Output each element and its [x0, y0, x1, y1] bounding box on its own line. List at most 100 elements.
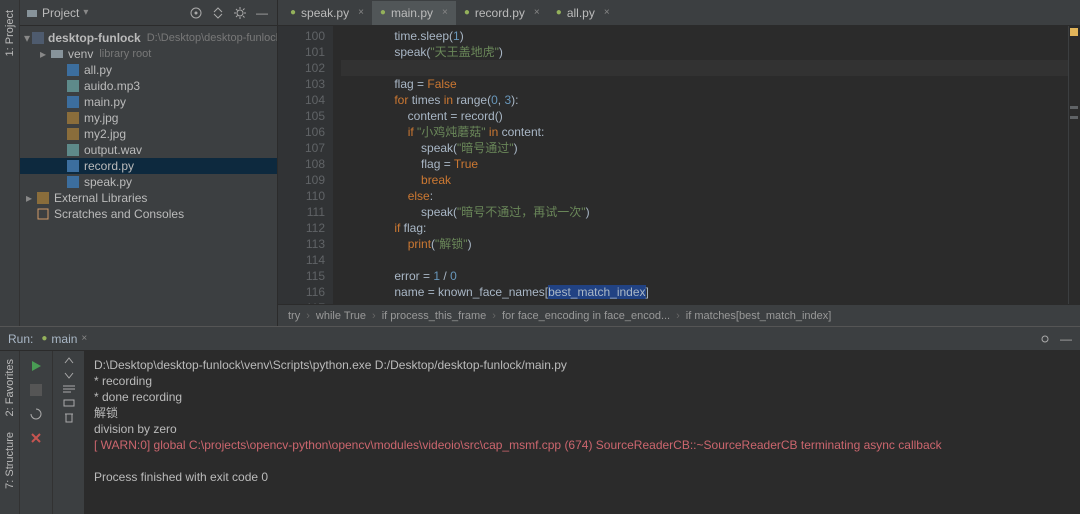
code-text[interactable]: time.sleep(1) speak("天王盖地虎") flag = Fals… [333, 26, 1068, 304]
tree-external-label: External Libraries [54, 191, 147, 205]
stop-button[interactable] [24, 379, 48, 401]
scroll-marker[interactable] [1070, 116, 1078, 119]
close-icon[interactable]: × [604, 7, 610, 18]
soft-wrap-button[interactable] [62, 383, 76, 395]
run-toolbar-left [20, 351, 52, 514]
module-icon [32, 31, 44, 45]
editor-tabs: ●speak.py×●main.py×●record.py×●all.py× [278, 0, 1080, 26]
editor-tab[interactable]: ●record.py× [456, 1, 548, 25]
close-icon[interactable]: × [358, 7, 364, 18]
project-sidebar: Project ▾ — ▾ desktop-f [20, 0, 278, 326]
editor-tab[interactable]: ● speak.py × [282, 1, 372, 25]
up-button[interactable] [63, 355, 75, 367]
tree-file[interactable]: all.py [20, 62, 277, 78]
run-tab-label: main [51, 332, 77, 346]
tree-venv-label: venv [68, 47, 93, 61]
restart-button[interactable] [24, 403, 48, 425]
exit-button[interactable] [24, 427, 48, 449]
tree-file[interactable]: my.jpg [20, 110, 277, 126]
tree-root[interactable]: ▾ desktop-funlock D:\Desktop\desktop-fun… [20, 30, 277, 46]
editor-tab[interactable]: ● main.py × [372, 1, 456, 25]
down-button[interactable] [63, 369, 75, 381]
tree-file-label: my2.jpg [84, 127, 126, 141]
tree-root-label: desktop-funlock [48, 31, 141, 45]
tool-tab-structure[interactable]: 7: Structure [4, 424, 16, 497]
tree-scratches[interactable]: Scratches and Consoles [20, 206, 277, 222]
sidebar-title-text: Project [42, 6, 79, 20]
tree-file[interactable]: main.py [20, 94, 277, 110]
breadcrumb-item[interactable]: for face_encoding in face_encod... [502, 310, 670, 322]
close-icon[interactable]: × [81, 333, 87, 344]
editor-tab-label: record.py [475, 6, 525, 20]
tree-venv-hint: library root [99, 48, 151, 60]
breadcrumb-item[interactable]: while True [316, 310, 366, 322]
bottom-left-strip: 2: Favorites 7: Structure [0, 351, 20, 514]
editor-area: ●speak.py×●main.py×●record.py×●all.py× 1… [278, 0, 1080, 326]
tree-file-label: all.py [84, 63, 112, 77]
tree-file[interactable]: record.py [20, 158, 277, 174]
file-icon [66, 63, 80, 77]
python-icon: ● [556, 7, 562, 18]
run-panel: Run: ● main × — 2: Favorites 7: Structur… [0, 326, 1080, 514]
chevron-right-icon: › [372, 310, 376, 322]
breadcrumb-item[interactable]: try [288, 310, 300, 322]
trash-button[interactable] [63, 411, 75, 423]
editor-tab-label: speak.py [301, 6, 349, 20]
expand-all-icon[interactable] [209, 4, 227, 22]
editor-tab[interactable]: ● all.py × [548, 1, 618, 25]
scroll-marker[interactable] [1070, 106, 1078, 109]
file-icon [66, 95, 80, 109]
python-icon: ● [41, 333, 47, 344]
dropdown-icon[interactable]: ▾ [83, 7, 88, 18]
breadcrumb-item[interactable]: if process_this_frame [382, 310, 487, 322]
file-icon [66, 127, 80, 141]
python-icon: ● [290, 7, 296, 18]
tree-venv[interactable]: ▸ venv library root [20, 46, 277, 62]
breadcrumb-item[interactable]: if matches[best_match_index] [686, 310, 832, 322]
line-gutter: 1001011021031041051061071081091101111121… [278, 26, 333, 304]
tree-file[interactable]: my2.jpg [20, 126, 277, 142]
tree-root-path: D:\Desktop\desktop-funlock [147, 32, 277, 44]
warning-indicator-icon[interactable] [1070, 28, 1078, 36]
gear-icon[interactable] [231, 4, 249, 22]
file-icon [66, 143, 80, 157]
left-tool-strip: 1: Project [0, 0, 20, 326]
tool-tab-project[interactable]: 1: Project [4, 4, 16, 62]
run-title: Run: [8, 332, 33, 346]
code-breadcrumb: try › while True › if process_this_frame › for… [278, 304, 1080, 326]
tree-scratches-label: Scratches and Consoles [54, 207, 184, 221]
python-icon: ● [380, 7, 386, 18]
console-output[interactable]: D:\Desktop\desktop-funlock\venv\Scripts\… [84, 351, 1080, 514]
folder-icon [26, 7, 38, 19]
tree-file[interactable]: auido.mp3 [20, 78, 277, 94]
run-header: Run: ● main × — [0, 327, 1080, 351]
close-icon[interactable]: × [442, 7, 448, 18]
project-tree: ▾ desktop-funlock D:\Desktop\desktop-fun… [20, 26, 277, 326]
file-icon [66, 111, 80, 125]
chevron-right-icon: › [492, 310, 496, 322]
locate-icon[interactable] [187, 4, 205, 22]
editor-tab-label: all.py [567, 6, 595, 20]
tree-file-label: auido.mp3 [84, 79, 140, 93]
file-icon [66, 175, 80, 189]
tree-file-label: output.wav [84, 143, 142, 157]
editor-right-margin [1068, 26, 1080, 304]
close-icon[interactable]: × [534, 7, 540, 18]
print-button[interactable] [63, 397, 75, 409]
editor-tab-label: main.py [391, 6, 433, 20]
hide-icon[interactable]: — [1060, 332, 1072, 346]
rerun-button[interactable] [24, 355, 48, 377]
tool-tab-favorites[interactable]: 2: Favorites [4, 351, 16, 424]
hide-icon[interactable]: — [253, 4, 271, 22]
tree-file[interactable]: output.wav [20, 142, 277, 158]
tree-file-label: record.py [84, 159, 134, 173]
chevron-right-icon: › [306, 310, 310, 322]
gear-icon[interactable] [1038, 332, 1052, 346]
tree-external[interactable]: ▸ External Libraries [20, 190, 277, 206]
tree-file-label: main.py [84, 95, 126, 109]
scratches-icon [36, 207, 50, 221]
run-tab[interactable]: ● main × [41, 332, 87, 346]
sidebar-title: Project ▾ [26, 6, 88, 20]
file-icon [66, 159, 80, 173]
tree-file[interactable]: speak.py [20, 174, 277, 190]
